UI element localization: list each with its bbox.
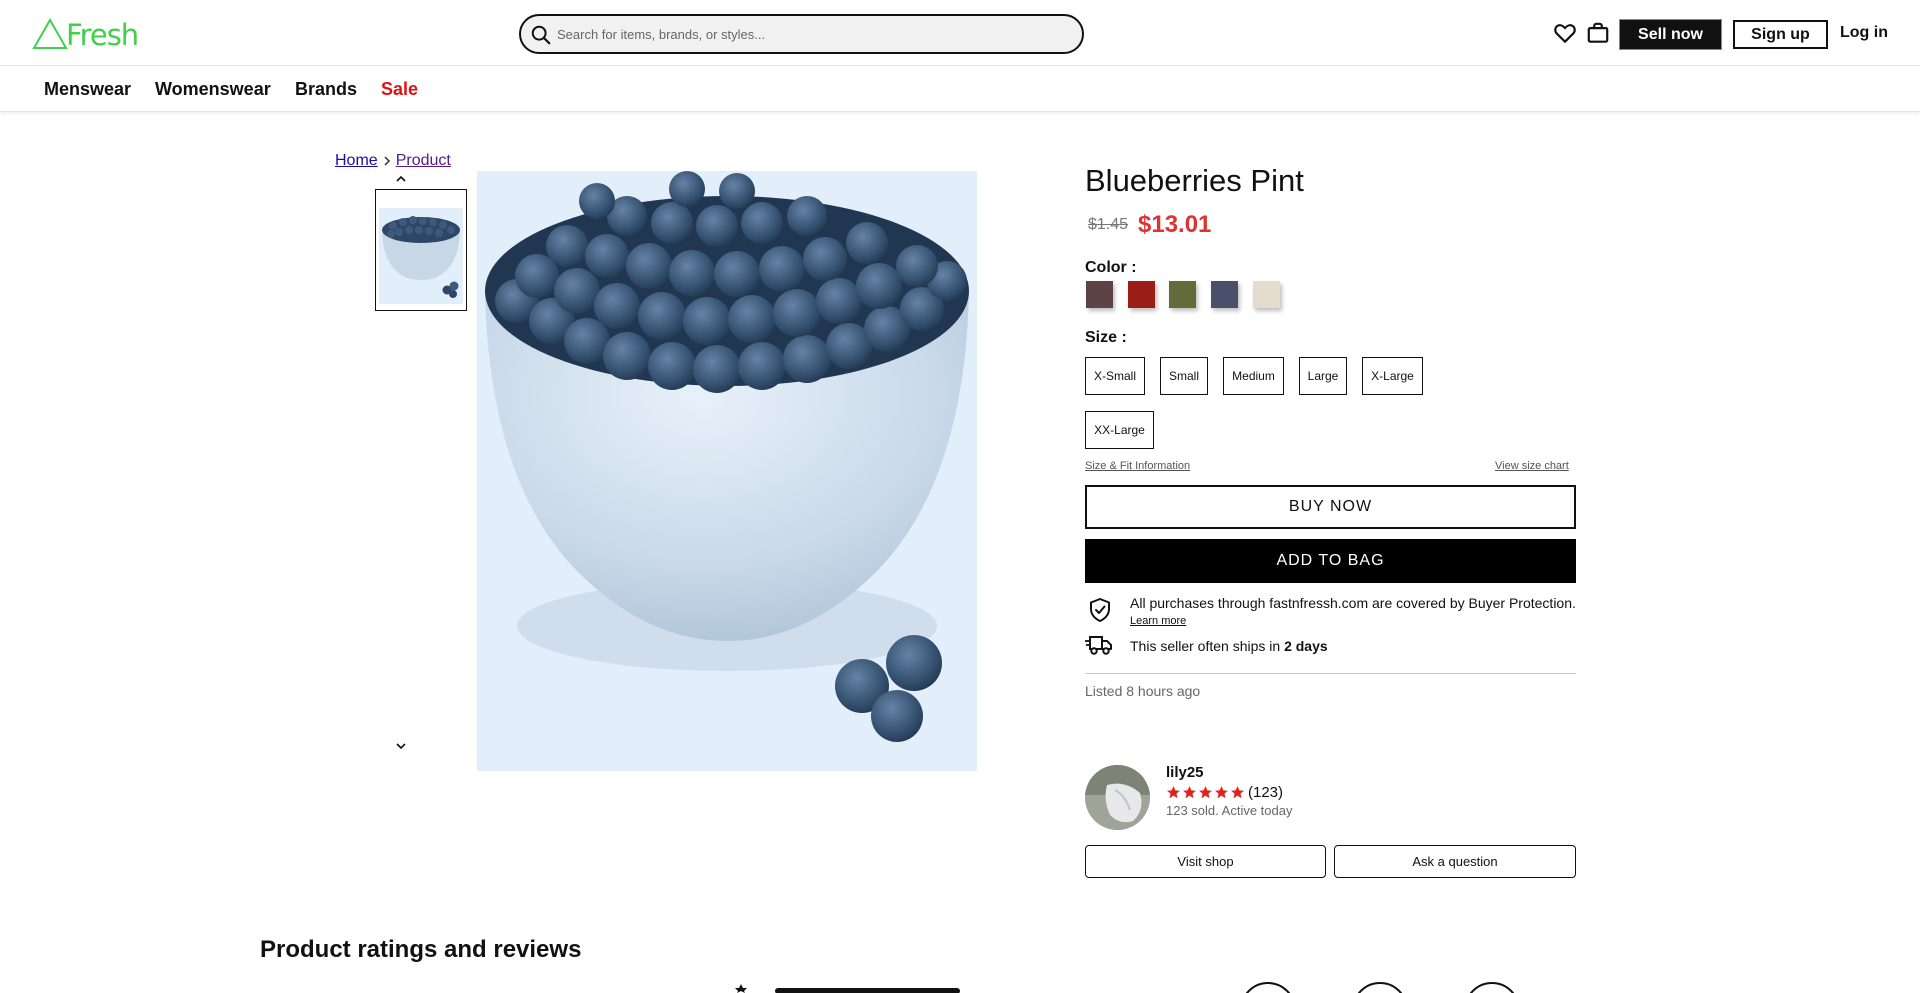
color-label: Color : (1085, 259, 1137, 276)
log-in-link[interactable]: Log in (1840, 24, 1888, 42)
nav-sale[interactable]: Sale (381, 79, 418, 100)
size-option-small[interactable]: Small (1160, 357, 1208, 395)
triangle-logo-icon (32, 18, 68, 49)
sale-price: $13.01 (1138, 211, 1212, 238)
size-option-xx-large[interactable]: XX-Large (1085, 411, 1154, 449)
size-fit-info-link[interactable]: Size & Fit Information (1085, 460, 1190, 472)
top-header: Fresh Sell now Sign up Log in (0, 0, 1920, 66)
main-product-image (477, 171, 977, 771)
original-price: $1.45 (1088, 216, 1129, 233)
shield-check-icon (1090, 598, 1110, 622)
color-swatch-red[interactable] (1128, 281, 1155, 308)
breadcrumb: Home Product (335, 152, 451, 170)
search-bar[interactable] (519, 14, 1084, 54)
blueberries-bowl-image (477, 171, 977, 771)
buy-now-button[interactable]: BUY NOW (1085, 485, 1576, 529)
size-option-medium[interactable]: Medium (1223, 357, 1284, 395)
star-icon (1215, 786, 1228, 799)
ask-question-button[interactable]: Ask a question (1334, 845, 1576, 878)
seller-name[interactable]: lily25 (1166, 764, 1204, 781)
color-swatch-cream[interactable] (1253, 281, 1280, 308)
buyer-protection-text: All purchases through fastnfressh.com ar… (1130, 595, 1576, 611)
sell-now-button[interactable]: Sell now (1620, 20, 1721, 49)
shopping-bag-icon[interactable] (1585, 20, 1611, 46)
size-label: Size : (1085, 329, 1127, 346)
shipping-text: This seller often ships in (1130, 638, 1285, 654)
star-icon (1199, 786, 1212, 799)
search-input[interactable] (557, 22, 1067, 46)
product-title: Blueberries Pint (1085, 163, 1304, 198)
breadcrumb-home[interactable]: Home (335, 152, 378, 170)
color-swatch-navy[interactable] (1211, 281, 1238, 308)
star-icon (1167, 786, 1180, 799)
star-icon (1231, 786, 1244, 799)
nav-womenswear[interactable]: Womenswear (155, 79, 271, 100)
listed-time: Listed 8 hours ago (1085, 683, 1201, 699)
shipping-info: This seller often ships in 2 days (1130, 638, 1328, 654)
breadcrumb-product[interactable]: Product (396, 152, 451, 170)
logo[interactable]: Fresh (32, 14, 139, 52)
size-option-large[interactable]: Large (1299, 357, 1347, 395)
nav-brands[interactable]: Brands (295, 79, 357, 100)
divider (1085, 673, 1576, 674)
visit-shop-button[interactable]: Visit shop (1085, 845, 1326, 878)
partial-rating-summary (735, 982, 1515, 993)
chevron-down-icon[interactable] (394, 740, 408, 752)
chevron-right-icon (384, 156, 390, 166)
seller-avatar[interactable] (1085, 765, 1150, 830)
search-icon (531, 25, 551, 45)
size-option-x-small[interactable]: X-Small (1085, 357, 1145, 395)
thumbnail-image (379, 208, 463, 304)
nav-menswear[interactable]: Menswear (44, 79, 131, 100)
sign-up-button[interactable]: Sign up (1733, 20, 1828, 49)
star-icon (1183, 786, 1196, 799)
learn-more-link[interactable]: Learn more (1130, 615, 1186, 627)
logo-text: Fresh (66, 18, 139, 52)
seller-rating: (123) (1166, 784, 1283, 801)
reviews-preview-partial (0, 980, 1920, 993)
color-swatch-olive[interactable] (1169, 281, 1196, 308)
reviews-heading: Product ratings and reviews (260, 936, 582, 963)
size-option-x-large[interactable]: X-Large (1362, 357, 1423, 395)
add-to-bag-button[interactable]: ADD TO BAG (1085, 539, 1576, 583)
seller-activity: 123 sold. Active today (1166, 803, 1293, 818)
shipping-days: 2 days (1284, 638, 1328, 654)
avatar-image (1085, 765, 1150, 830)
delivery-truck-icon (1085, 636, 1112, 655)
view-size-chart-link[interactable]: View size chart (1495, 460, 1569, 472)
review-count[interactable]: (123) (1248, 784, 1283, 801)
heart-icon[interactable] (1552, 20, 1578, 46)
chevron-up-icon[interactable] (394, 173, 408, 185)
color-swatch-brown[interactable] (1086, 281, 1113, 308)
gallery-thumbnail[interactable] (375, 189, 467, 311)
category-nav: Menswear Womenswear Brands Sale (0, 67, 1920, 112)
